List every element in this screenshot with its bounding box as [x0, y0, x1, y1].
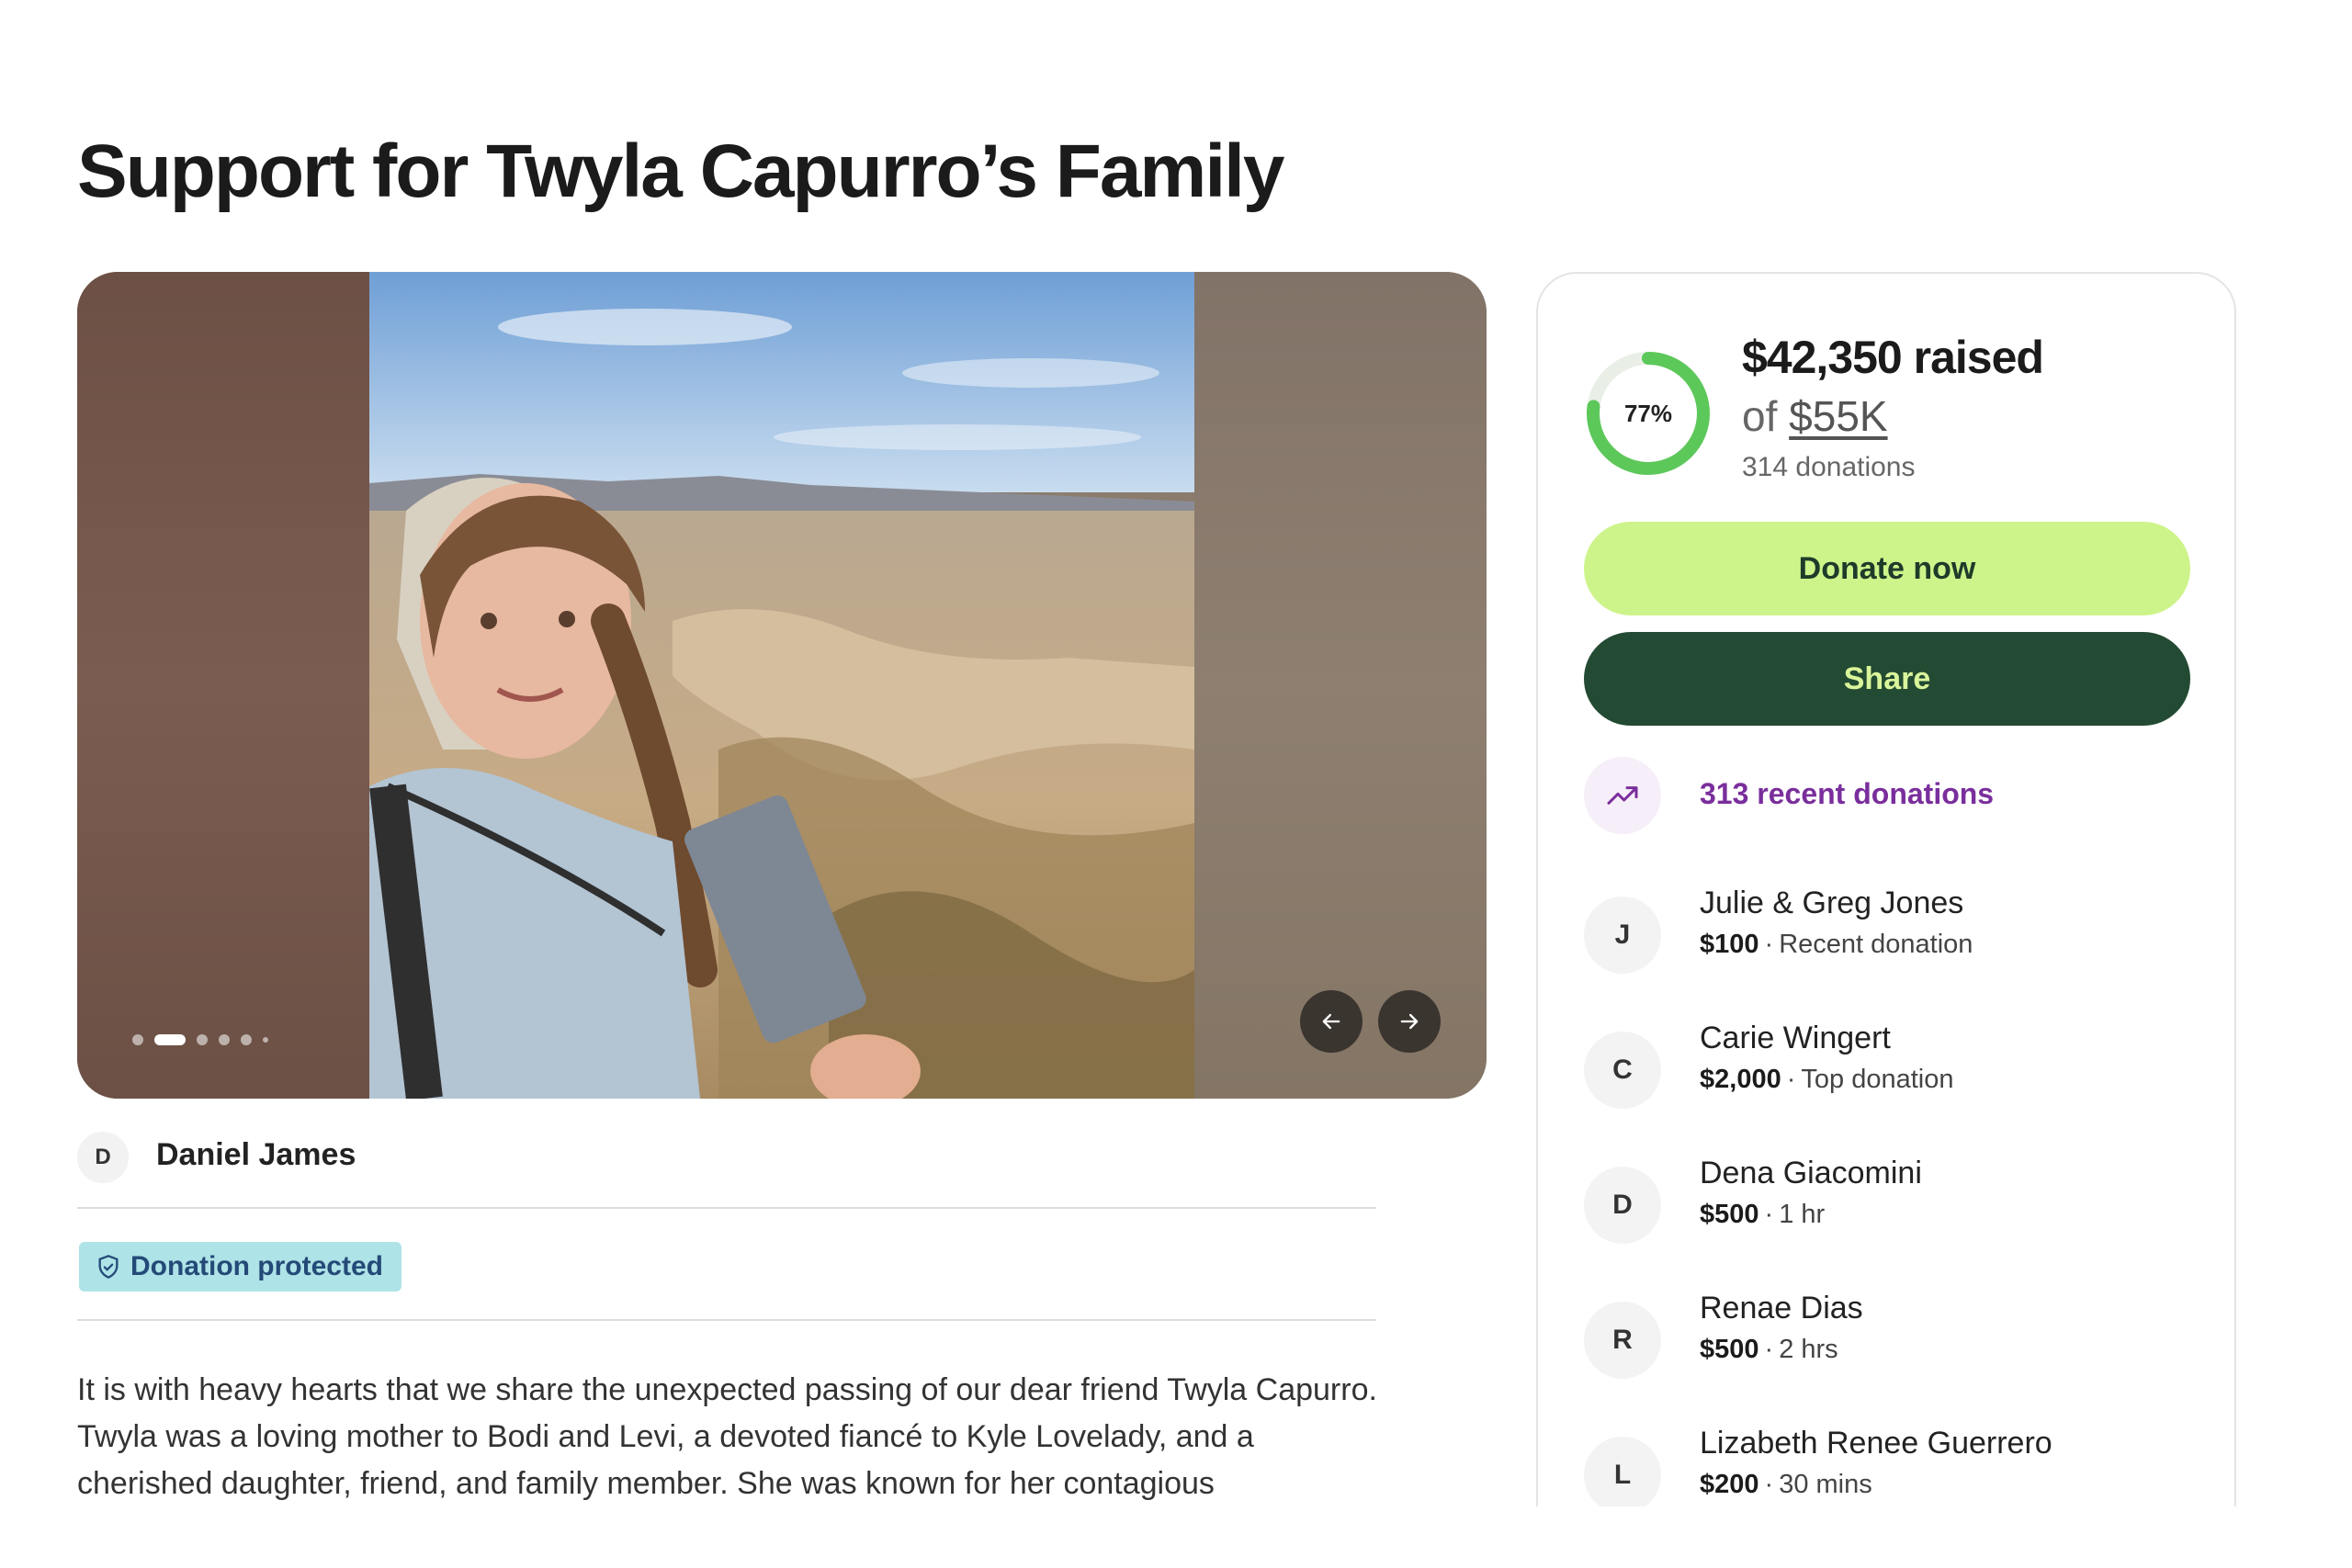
- donor-name: Carie Wingert: [1700, 1021, 1891, 1055]
- goal-amount[interactable]: $55K: [1789, 392, 1887, 440]
- arrow-left-icon: [1322, 1013, 1340, 1030]
- donation-count: 314 donations: [1742, 452, 1916, 482]
- donor-avatar: L: [1584, 1437, 1661, 1514]
- donor-amount: $500: [1700, 1335, 1759, 1364]
- donor-avatar: D: [1584, 1167, 1661, 1244]
- carousel-dot[interactable]: [219, 1034, 230, 1045]
- divider: [77, 1207, 1376, 1209]
- donor-name: Renae Dias: [1700, 1291, 1863, 1325]
- donor-meta: $500 · 2 hrs: [1700, 1335, 1838, 1364]
- donor-meta: $2,000 · Top donation: [1700, 1065, 1954, 1094]
- progress-percent: 77%: [1623, 399, 1673, 427]
- badge-label: Donation protected: [130, 1251, 383, 1281]
- donor-item: J Julie & Greg Jones $100 · Recent donatio…: [1584, 886, 2209, 987]
- goal-line: of $55K: [1742, 391, 1888, 441]
- donor-name: Lizabeth Renee Guerrero: [1700, 1426, 2052, 1461]
- donation-protected-badge[interactable]: Donation protected: [79, 1242, 401, 1292]
- donor-meta: $100 · Recent donation: [1700, 930, 1973, 959]
- divider: [77, 1319, 1376, 1321]
- donate-now-button[interactable]: Donate now: [1584, 522, 2190, 615]
- donor-meta: $500 · 1 hr: [1700, 1200, 1826, 1229]
- donor-item: D Dena Giacomini $500 · 1 hr: [1584, 1156, 2209, 1257]
- donor-meta: $200 · 30 mins: [1700, 1470, 1872, 1499]
- donation-card: 77% $42,350 raised of $55K 314 donations…: [1536, 272, 2236, 1568]
- carousel-dot[interactable]: [263, 1037, 268, 1043]
- arrow-right-icon: [1400, 1013, 1419, 1030]
- donor-avatar: R: [1584, 1302, 1661, 1379]
- donor-note: 30 mins: [1779, 1470, 1872, 1499]
- carousel-blur-left: [77, 272, 369, 1099]
- story-text: It is with heavy hearts that we share th…: [77, 1372, 1377, 1501]
- donor-note: Top donation: [1801, 1065, 1954, 1094]
- donor-name: Julie & Greg Jones: [1700, 886, 1964, 920]
- donor-amount: $2,000: [1700, 1065, 1781, 1094]
- trending-up-icon: [1584, 757, 1661, 834]
- fundraiser-page: Support for Twyla Capurro’s Family D Dan…: [0, 0, 2352, 1568]
- share-button[interactable]: Share: [1584, 632, 2190, 726]
- donor-note: 2 hrs: [1779, 1335, 1838, 1364]
- donor-note: 1 hr: [1779, 1200, 1826, 1229]
- carousel-blur-right: [1194, 272, 1487, 1099]
- carousel-dot[interactable]: [197, 1034, 208, 1045]
- carousel-dot[interactable]: [132, 1034, 143, 1045]
- shield-icon: [98, 1255, 119, 1279]
- donor-name: Dena Giacomini: [1700, 1156, 1922, 1190]
- donor-avatar: C: [1584, 1032, 1661, 1109]
- recent-donations-link[interactable]: 313 recent donations: [1700, 777, 1994, 811]
- donor-item: C Carie Wingert $2,000 · Top donation: [1584, 1021, 2209, 1122]
- donor-item: R Renae Dias $500 · 2 hrs: [1584, 1291, 2209, 1392]
- carousel-indicators: [132, 1034, 268, 1045]
- donor-amount: $100: [1700, 930, 1759, 959]
- photo-carousel[interactable]: [77, 272, 1487, 1099]
- donor-note: Recent donation: [1779, 930, 1973, 959]
- carousel-dot[interactable]: [241, 1034, 252, 1045]
- goal-prefix: of: [1742, 392, 1778, 440]
- donor-avatar: J: [1584, 897, 1661, 974]
- carousel-next-button[interactable]: [1378, 990, 1441, 1053]
- donor-amount: $500: [1700, 1200, 1759, 1229]
- organizer-name[interactable]: Daniel James: [156, 1137, 356, 1173]
- carousel-prev-button[interactable]: [1300, 990, 1363, 1053]
- amount-raised: $42,350 raised: [1742, 332, 2044, 383]
- organizer-avatar[interactable]: D: [77, 1132, 129, 1183]
- donor-amount: $200: [1700, 1470, 1759, 1499]
- campaign-photo: [369, 272, 1194, 1099]
- page-title: Support for Twyla Capurro’s Family: [77, 130, 1285, 213]
- carousel-dot-active[interactable]: [154, 1034, 186, 1045]
- viewport-cutoff: [0, 1506, 2352, 1568]
